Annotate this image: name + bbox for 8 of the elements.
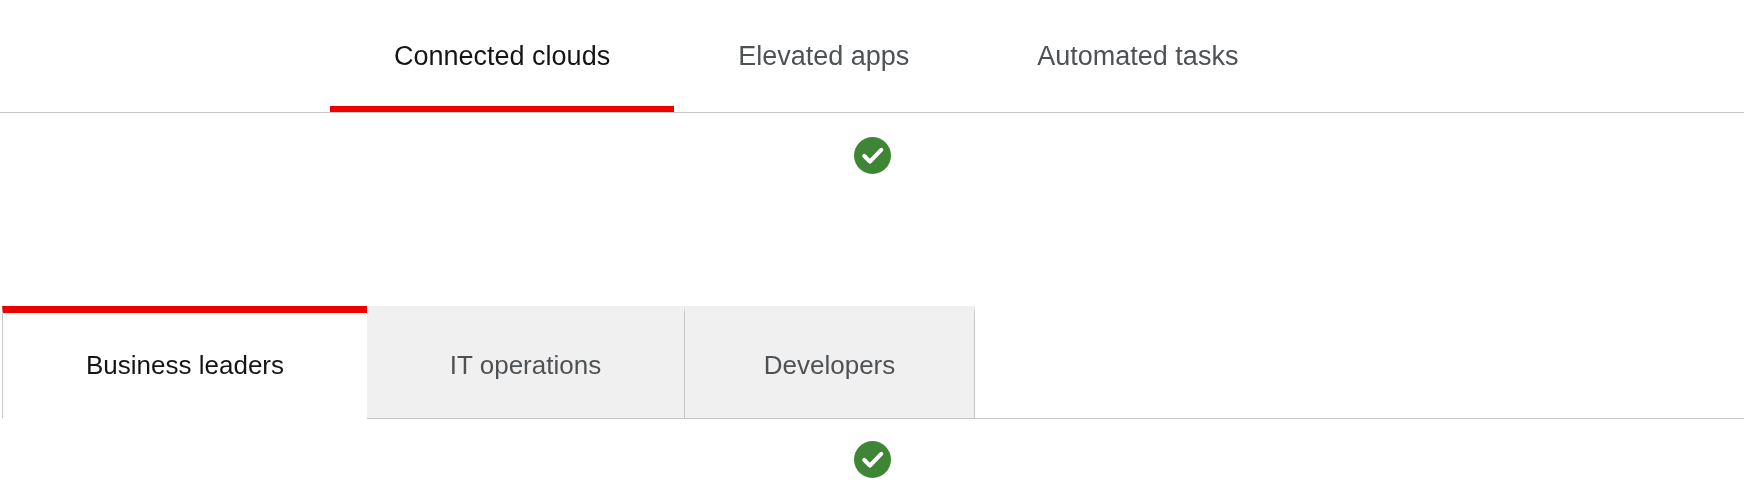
tab[interactable]: Business leaders <box>2 306 367 419</box>
tab[interactable]: Connected clouds <box>330 0 675 112</box>
tab[interactable]: Developers <box>685 306 975 419</box>
check-icon <box>853 441 891 478</box>
check-icon <box>853 137 891 174</box>
tab[interactable]: IT operations <box>367 306 685 419</box>
tab[interactable]: Elevated apps <box>674 0 974 112</box>
tab[interactable]: Automated tasks <box>973 0 1303 112</box>
